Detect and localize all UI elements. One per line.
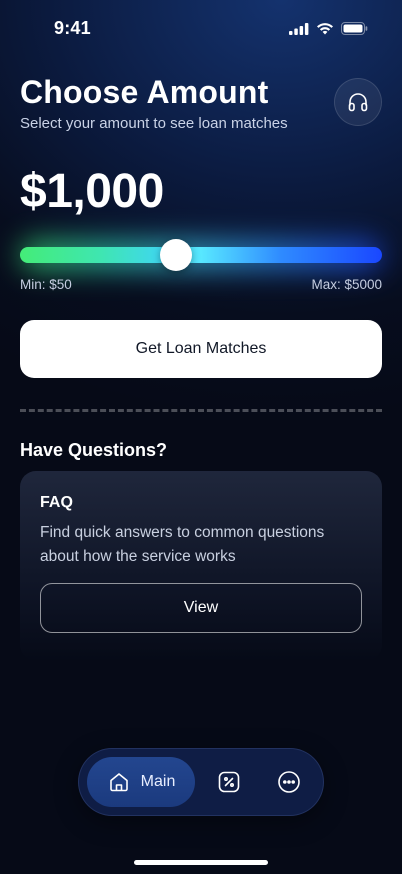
status-bar: 9:41	[0, 0, 402, 56]
min-label: Min: $50	[20, 277, 72, 292]
questions-heading: Have Questions?	[20, 440, 168, 460]
faq-title: FAQ	[40, 494, 73, 511]
status-time: 9:41	[54, 18, 91, 38]
wifi-icon	[317, 23, 333, 35]
page-subtitle: Select your amount to see loan matches	[20, 115, 288, 132]
headphones-icon	[348, 93, 368, 112]
tab-main[interactable]: Main	[87, 757, 195, 807]
support-button[interactable]	[334, 78, 382, 126]
home-indicator	[134, 860, 268, 865]
amount-slider[interactable]	[20, 239, 382, 271]
battery-icon	[341, 22, 368, 35]
more-icon	[278, 771, 300, 793]
bottom-tab-bar: Main	[78, 748, 324, 816]
faq-card: FAQ Find quick answers to common questio…	[20, 471, 382, 661]
slider-track[interactable]	[20, 247, 382, 263]
dashed-divider	[20, 409, 382, 412]
status-icons	[289, 22, 368, 35]
percent-icon	[218, 771, 240, 793]
tab-main-label: Main	[140, 773, 176, 790]
cellular-signal-icon	[289, 22, 309, 35]
selected-amount: $1,000	[20, 165, 164, 218]
max-label: Max: $5000	[311, 277, 382, 292]
header: Choose Amount Select your amount to see …	[20, 74, 382, 132]
faq-description: Find quick answers to common questions a…	[40, 524, 325, 565]
range-labels: Min: $50 Max: $5000	[20, 277, 382, 292]
faq-view-button[interactable]: View	[40, 583, 362, 633]
tab-more[interactable]	[277, 770, 301, 794]
home-icon	[109, 773, 128, 792]
get-loan-matches-button[interactable]: Get Loan Matches	[20, 320, 382, 378]
page-title: Choose Amount	[20, 74, 269, 110]
slider-thumb[interactable]	[160, 239, 192, 271]
tab-offers[interactable]	[217, 770, 241, 794]
